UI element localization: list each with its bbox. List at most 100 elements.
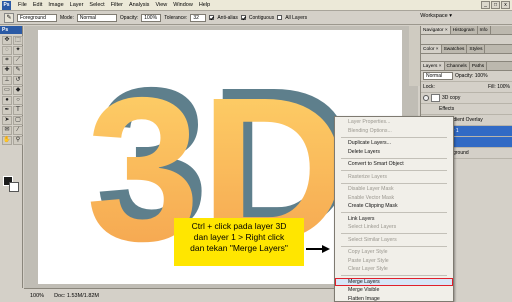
menu-bar: Ps File Edit Image Layer Select Filter A…: [0, 0, 512, 11]
context-menu-item[interactable]: Delete Layers: [335, 148, 453, 157]
tab-color[interactable]: Color ×: [421, 45, 442, 53]
context-menu-item[interactable]: Flatten Image: [335, 295, 453, 302]
antialias-checkbox[interactable]: [209, 15, 215, 20]
context-menu-item[interactable]: Merge Visible: [335, 286, 453, 295]
color-panel-body: [421, 54, 512, 62]
path-select-tool-icon[interactable]: ➤: [2, 116, 12, 125]
tool-grid: ✥ ⬚ ◌ ✦ ⌗ ⟋ ✚ ✎ ⊥ ↺ ▭ ◆ ● ○ ✒ T ➤ ▢ ✉ ⁄ …: [0, 34, 23, 147]
tab-info[interactable]: Info: [478, 26, 491, 34]
menu-separator: [341, 233, 447, 234]
all-layers-label: All Layers: [285, 14, 308, 21]
hand-tool-icon[interactable]: ✋: [2, 136, 12, 145]
context-menu-item: Select Similar Layers: [348, 236, 397, 243]
workspace-menu[interactable]: Workspace ▾: [420, 13, 452, 19]
menu-select[interactable]: Select: [86, 0, 107, 11]
toolbox: Ps ✥ ⬚ ◌ ✦ ⌗ ⟋ ✚ ✎ ⊥ ↺ ▭ ◆ ● ○ ✒ T ➤ ▢ ✉…: [0, 26, 23, 288]
layer-context-menu: Layer Properties... Blending Options... Du…: [334, 116, 454, 302]
pen-tool-icon[interactable]: ✒: [2, 106, 12, 115]
marquee-tool-icon[interactable]: ⬚: [13, 36, 23, 45]
context-menu-item[interactable]: Merge Layers: [335, 277, 453, 286]
paint-bucket-icon[interactable]: ✎: [4, 12, 14, 23]
menu-filter[interactable]: Filter: [108, 0, 126, 11]
eye-icon[interactable]: [423, 95, 429, 101]
menu-edit[interactable]: Edit: [30, 0, 45, 11]
history-brush-tool-icon[interactable]: ↺: [13, 76, 23, 85]
antialias-label: Anti-alias: [217, 14, 238, 21]
eraser-tool-icon[interactable]: ▭: [2, 86, 12, 95]
context-menu-item[interactable]: Link Layers: [335, 215, 453, 224]
context-menu-item[interactable]: Duplicate Layers...: [335, 139, 453, 148]
menu-layer[interactable]: Layer: [67, 0, 87, 11]
menu-separator: [341, 275, 447, 276]
context-menu-item: Rasterize Layers: [348, 173, 387, 180]
context-menu-item[interactable]: Create Clipping Mask: [335, 202, 453, 211]
slice-tool-icon[interactable]: ⟋: [13, 56, 23, 65]
blend-mode-select[interactable]: Normal: [423, 72, 453, 80]
tolerance-field[interactable]: 32: [190, 13, 207, 22]
brush-tool-icon[interactable]: ✎: [13, 66, 23, 75]
close-button[interactable]: x: [501, 1, 510, 9]
panel-dock-strip[interactable]: [409, 26, 420, 86]
app-logo: Ps: [2, 0, 11, 10]
layer-effects-row[interactable]: Effects: [421, 104, 512, 115]
background-color-swatch[interactable]: [9, 182, 19, 192]
blur-tool-icon[interactable]: ●: [2, 96, 12, 105]
all-layers-checkbox[interactable]: [277, 15, 283, 20]
menu-separator: [341, 245, 447, 247]
context-menu-item: Select Linked Layers: [348, 224, 397, 230]
tab-histogram[interactable]: Histogram: [451, 26, 478, 34]
effects-label: Effects: [439, 106, 455, 112]
color-tabs: Color × Swatches Styles: [421, 45, 512, 54]
layer-fill[interactable]: Fill: 100%: [488, 84, 512, 90]
lasso-tool-icon[interactable]: ◌: [2, 46, 12, 55]
mode-select[interactable]: Normal: [76, 13, 117, 22]
healing-tool-icon[interactable]: ✚: [2, 66, 12, 75]
opacity-field[interactable]: 100%: [141, 13, 162, 22]
move-tool-icon[interactable]: ✥: [2, 36, 12, 45]
menu-image[interactable]: Image: [45, 0, 66, 11]
menu-window[interactable]: Window: [170, 0, 196, 11]
crop-tool-icon[interactable]: ⌗: [2, 56, 12, 65]
fill-source-select[interactable]: Foreground: [17, 13, 57, 22]
tab-channels[interactable]: Channels: [445, 62, 470, 70]
layer-row-3d-copy[interactable]: 3D copy: [421, 93, 512, 104]
menu-analysis[interactable]: Analysis: [126, 0, 152, 11]
toolbox-title: Ps: [0, 26, 22, 34]
menu-view[interactable]: View: [152, 0, 170, 11]
contiguous-checkbox[interactable]: [240, 15, 246, 20]
dodge-tool-icon[interactable]: ○: [13, 96, 23, 105]
tab-styles[interactable]: Styles: [467, 45, 486, 53]
magic-wand-tool-icon[interactable]: ✦: [13, 46, 23, 55]
mode-label: Mode:: [60, 14, 74, 21]
tab-layers[interactable]: Layers ×: [421, 62, 445, 70]
context-menu-item[interactable]: Convert to Smart Object: [335, 160, 453, 169]
notes-tool-icon[interactable]: ✉: [2, 126, 12, 135]
layers-blend-row: Normal Opacity: 100%: [421, 71, 512, 82]
instruction-callout: Ctrl + click pada layer 3D dan layer 1 >…: [174, 218, 304, 266]
menu-separator: [341, 136, 447, 138]
type-tool-icon[interactable]: T: [13, 106, 23, 115]
tab-paths[interactable]: Paths: [470, 62, 488, 70]
layers-lock-row: Lock: Fill: 100%: [421, 82, 512, 93]
context-menu-item: Copy Layer Style: [348, 249, 388, 255]
document-size[interactable]: Doc: 1.53M/1.82M: [54, 293, 99, 299]
zoom-level[interactable]: 100%: [30, 293, 44, 299]
menu-file[interactable]: File: [15, 0, 30, 11]
layer-opacity[interactable]: Opacity: 100%: [455, 73, 488, 79]
tab-navigator[interactable]: Navigator ×: [421, 26, 451, 34]
zoom-tool-icon[interactable]: ⚲: [13, 136, 23, 145]
menu-help[interactable]: Help: [196, 0, 213, 11]
maximize-button[interactable]: □: [491, 1, 500, 9]
stamp-tool-icon[interactable]: ⊥: [2, 76, 12, 85]
opacity-label: Opacity:: [119, 14, 139, 21]
tab-swatches[interactable]: Swatches: [442, 45, 468, 53]
context-menu-item: Disable Layer Mask: [348, 186, 394, 192]
minimize-button[interactable]: _: [481, 1, 490, 9]
tolerance-label: Tolerance:: [164, 14, 188, 21]
menu-separator: [341, 182, 447, 184]
photoshop-window: Ps File Edit Image Layer Select Filter A…: [0, 0, 512, 302]
shape-tool-icon[interactable]: ▢: [13, 116, 23, 125]
paint-bucket-tool-icon[interactable]: ◆: [13, 86, 23, 95]
eyedropper-tool-icon[interactable]: ⁄: [13, 126, 23, 135]
callout-line-2: dan layer 1 > Right click: [193, 232, 285, 242]
